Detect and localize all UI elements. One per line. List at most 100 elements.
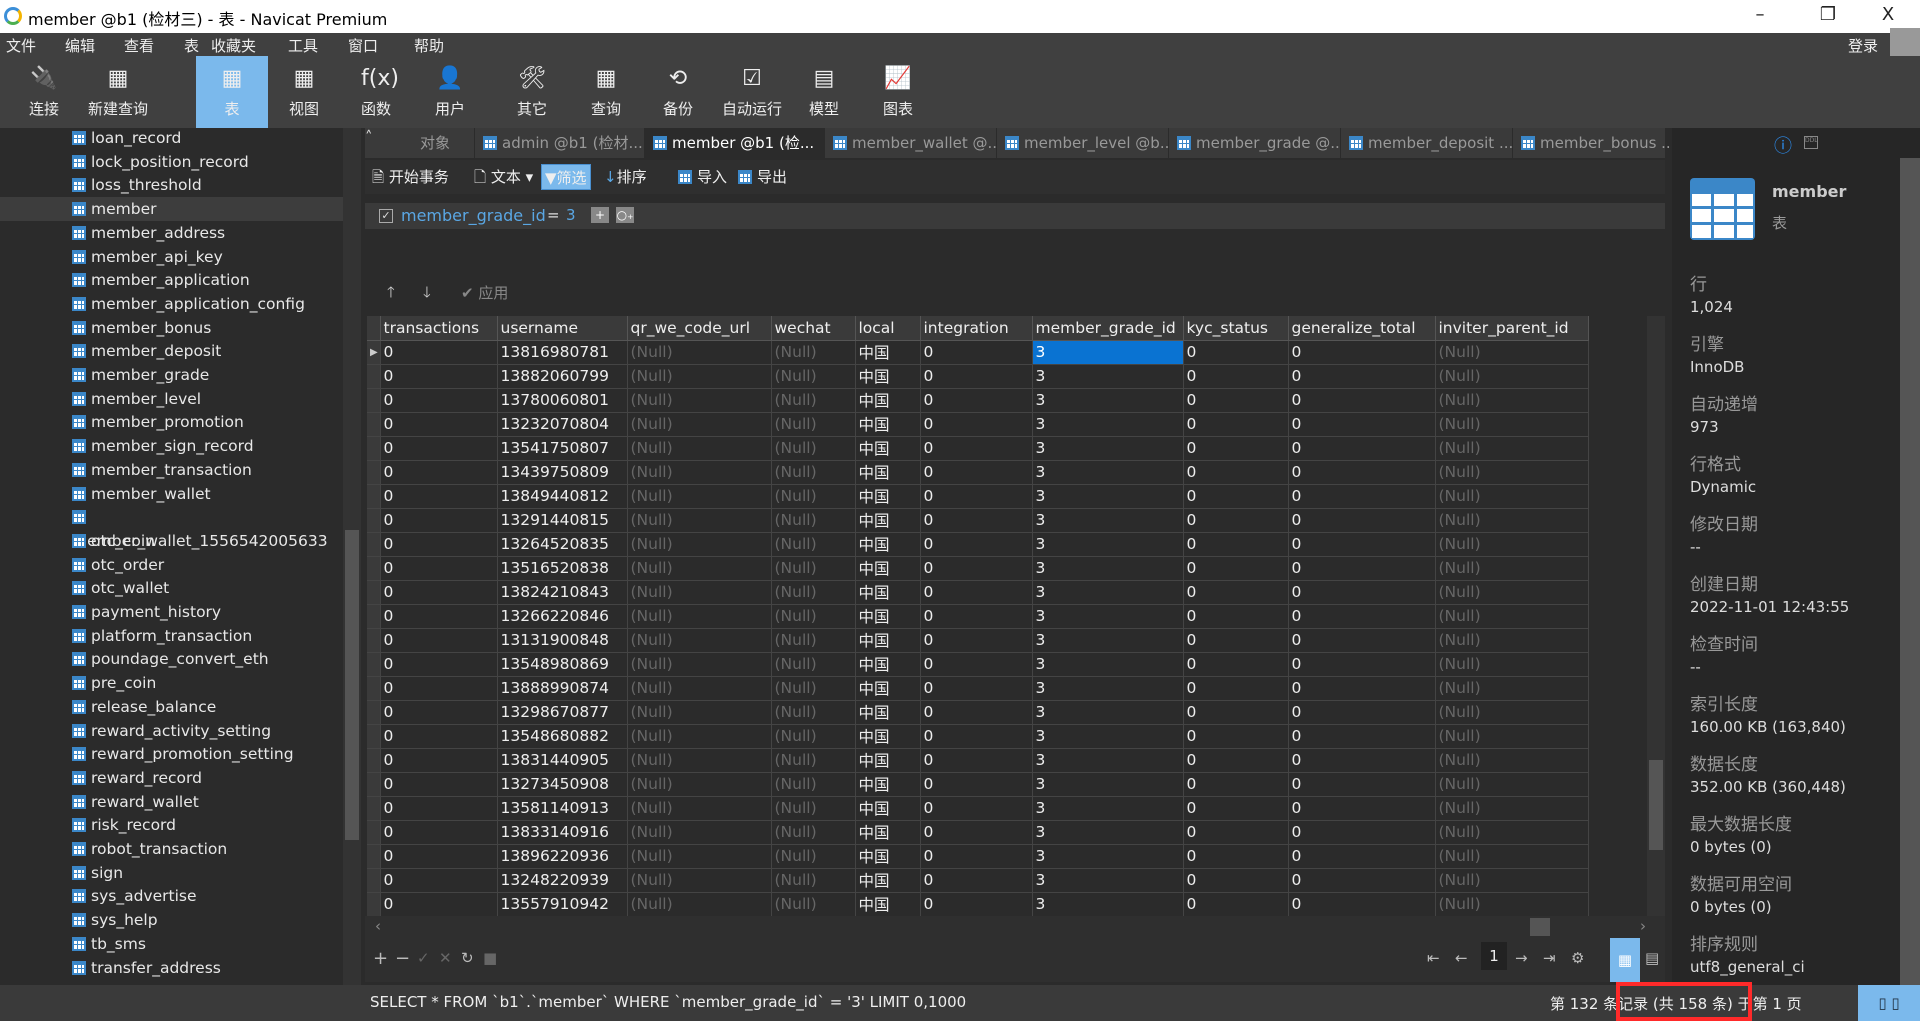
tab-4[interactable]: member_level @b... bbox=[997, 128, 1169, 158]
sidebar-item-reward_wallet[interactable]: reward_wallet bbox=[72, 790, 342, 814]
cell-transactions[interactable]: 0 bbox=[380, 724, 498, 749]
cell-member_grade_id[interactable]: 3 bbox=[1032, 892, 1184, 916]
toolbar-chart-button[interactable]: 📈 图表 bbox=[862, 56, 934, 128]
cell-wechat[interactable]: (Null) bbox=[771, 580, 856, 605]
cell-local[interactable]: 中国 bbox=[855, 532, 921, 557]
column-header-qr_we_code_url[interactable]: qr_we_code_url bbox=[627, 316, 772, 341]
cell-qr_we_code_url[interactable]: (Null) bbox=[627, 532, 772, 557]
sidebar-item-pre_coin[interactable]: pre_coin bbox=[72, 671, 342, 695]
cell-kyc_status[interactable]: 0 bbox=[1183, 532, 1289, 557]
cell-kyc_status[interactable]: 0 bbox=[1183, 844, 1289, 869]
row-indicator[interactable] bbox=[367, 556, 381, 581]
delete-record-icon[interactable]: − bbox=[395, 948, 410, 969]
discard-changes-icon[interactable]: ✕ bbox=[439, 949, 452, 967]
filter-field[interactable]: member_grade_id bbox=[401, 206, 546, 225]
tab-3[interactable]: member_wallet @... bbox=[825, 128, 997, 158]
cell-local[interactable]: 中国 bbox=[855, 892, 921, 916]
cell-local[interactable]: 中国 bbox=[855, 844, 921, 869]
refresh-icon[interactable]: ↻ bbox=[461, 949, 474, 967]
cell-integration[interactable]: 0 bbox=[920, 700, 1033, 725]
restore-button[interactable]: ❐ bbox=[1808, 4, 1848, 25]
cell-generalize_total[interactable]: 0 bbox=[1288, 556, 1436, 581]
cell-transactions[interactable]: 0 bbox=[380, 364, 498, 389]
cell-qr_we_code_url[interactable]: (Null) bbox=[627, 724, 772, 749]
table-row[interactable]: 0 13548680882 (Null) (Null) 中国 0 3 0 0 (Null) bbox=[367, 724, 1589, 749]
cell-username[interactable]: 13557910942 bbox=[497, 892, 628, 916]
cell-qr_we_code_url[interactable]: (Null) bbox=[627, 820, 772, 845]
cell-transactions[interactable]: 0 bbox=[380, 532, 498, 557]
filter-operator[interactable]: = bbox=[547, 206, 560, 224]
cell-generalize_total[interactable]: 0 bbox=[1288, 412, 1436, 437]
cell-integration[interactable]: 0 bbox=[920, 556, 1033, 581]
menu-edit[interactable]: 编辑 bbox=[65, 35, 95, 56]
cell-generalize_total[interactable]: 0 bbox=[1288, 628, 1436, 653]
row-indicator[interactable] bbox=[367, 892, 381, 916]
cell-inviter_parent_id[interactable]: (Null) bbox=[1435, 820, 1589, 845]
cell-qr_we_code_url[interactable]: (Null) bbox=[627, 484, 772, 509]
table-row[interactable]: 0 13548980869 (Null) (Null) 中国 0 3 0 0 (Null) bbox=[367, 652, 1589, 677]
cell-inviter_parent_id[interactable]: (Null) bbox=[1435, 652, 1589, 677]
cell-username[interactable]: 13780060801 bbox=[497, 388, 628, 413]
cell-member_grade_id[interactable]: 3 bbox=[1032, 700, 1184, 725]
cell-integration[interactable]: 0 bbox=[920, 724, 1033, 749]
table-row[interactable]: 0 13131900848 (Null) (Null) 中国 0 3 0 0 (Null) bbox=[367, 628, 1589, 653]
cell-kyc_status[interactable]: 0 bbox=[1183, 628, 1289, 653]
cell-integration[interactable]: 0 bbox=[920, 412, 1033, 437]
cell-wechat[interactable]: (Null) bbox=[771, 460, 856, 485]
cell-qr_we_code_url[interactable]: (Null) bbox=[627, 580, 772, 605]
cell-local[interactable]: 中国 bbox=[855, 340, 921, 365]
cell-transactions[interactable]: 0 bbox=[380, 628, 498, 653]
grid-vertical-scroll-thumb[interactable] bbox=[1649, 760, 1663, 850]
row-indicator[interactable] bbox=[367, 508, 381, 533]
cell-wechat[interactable]: (Null) bbox=[771, 628, 856, 653]
row-indicator[interactable] bbox=[367, 412, 381, 437]
ddl-icon[interactable]: DDL bbox=[1804, 136, 1818, 149]
sidebar-item-poundage_convert_eth[interactable]: poundage_convert_eth bbox=[72, 647, 342, 671]
cell-generalize_total[interactable]: 0 bbox=[1288, 700, 1436, 725]
apply-changes-icon[interactable]: ✓ bbox=[417, 949, 430, 967]
cell-local[interactable]: 中国 bbox=[855, 484, 921, 509]
row-indicator[interactable] bbox=[367, 796, 381, 821]
cell-generalize_total[interactable]: 0 bbox=[1288, 388, 1436, 413]
cell-username[interactable]: 13248220939 bbox=[497, 868, 628, 893]
cell-kyc_status[interactable]: 0 bbox=[1183, 868, 1289, 893]
apply-button[interactable]: ✔ 应用 bbox=[461, 282, 541, 303]
row-indicator[interactable] bbox=[367, 436, 381, 461]
cell-qr_we_code_url[interactable]: (Null) bbox=[627, 796, 772, 821]
cell-wechat[interactable]: (Null) bbox=[771, 436, 856, 461]
cell-kyc_status[interactable]: 0 bbox=[1183, 580, 1289, 605]
info-icon[interactable]: ⓘ bbox=[1774, 132, 1792, 158]
sidebar-item-member_bonus[interactable]: member_bonus bbox=[72, 316, 342, 340]
cell-generalize_total[interactable]: 0 bbox=[1288, 532, 1436, 557]
cell-member_grade_id[interactable]: 3 bbox=[1032, 820, 1184, 845]
table-row[interactable]: 0 13831440905 (Null) (Null) 中国 0 3 0 0 (Null) bbox=[367, 748, 1589, 773]
cell-generalize_total[interactable]: 0 bbox=[1288, 868, 1436, 893]
cell-inviter_parent_id[interactable]: (Null) bbox=[1435, 748, 1589, 773]
column-header-transactions[interactable]: transactions bbox=[380, 316, 498, 341]
cell-username[interactable]: 13833140916 bbox=[497, 820, 628, 845]
sidebar-item-otc_order[interactable]: otc_order bbox=[72, 553, 342, 577]
cell-member_grade_id[interactable]: 3 bbox=[1032, 340, 1184, 365]
cell-wechat[interactable]: (Null) bbox=[771, 796, 856, 821]
cell-inviter_parent_id[interactable]: (Null) bbox=[1435, 484, 1589, 509]
cell-wechat[interactable]: (Null) bbox=[771, 508, 856, 533]
import-button[interactable]: 导入 bbox=[675, 164, 730, 190]
row-indicator[interactable] bbox=[367, 772, 381, 797]
cell-inviter_parent_id[interactable]: (Null) bbox=[1435, 388, 1589, 413]
cell-username[interactable]: 13548680882 bbox=[497, 724, 628, 749]
cell-wechat[interactable]: (Null) bbox=[771, 556, 856, 581]
table-row[interactable]: 0 13824210843 (Null) (Null) 中国 0 3 0 0 (Null) bbox=[367, 580, 1589, 605]
row-indicator[interactable] bbox=[367, 748, 381, 773]
table-row[interactable]: 0 13896220936 (Null) (Null) 中国 0 3 0 0 (Null) bbox=[367, 844, 1589, 869]
cell-inviter_parent_id[interactable]: (Null) bbox=[1435, 556, 1589, 581]
prev-page-icon[interactable]: ← bbox=[1455, 949, 1468, 967]
cell-inviter_parent_id[interactable]: (Null) bbox=[1435, 772, 1589, 797]
cell-kyc_status[interactable]: 0 bbox=[1183, 700, 1289, 725]
cell-transactions[interactable]: 0 bbox=[380, 820, 498, 845]
cell-username[interactable]: 13849440812 bbox=[497, 484, 628, 509]
cell-member_grade_id[interactable]: 3 bbox=[1032, 388, 1184, 413]
cell-kyc_status[interactable]: 0 bbox=[1183, 340, 1289, 365]
cell-inviter_parent_id[interactable]: (Null) bbox=[1435, 844, 1589, 869]
cell-local[interactable]: 中国 bbox=[855, 388, 921, 413]
sidebar-item-otc_wallet[interactable]: otc_wallet bbox=[72, 576, 342, 600]
